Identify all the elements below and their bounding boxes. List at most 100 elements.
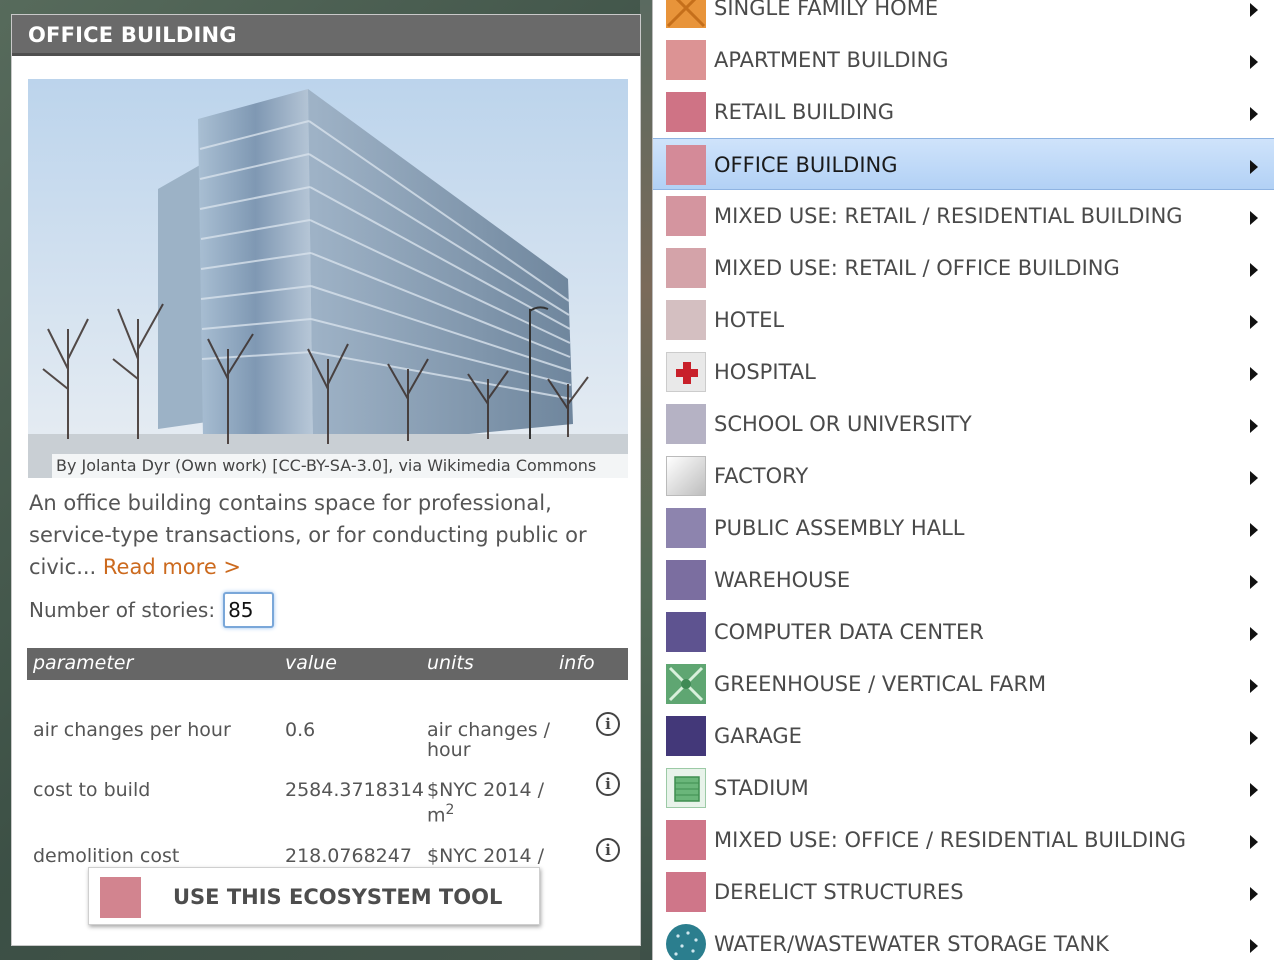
- table-header: parameter value units info: [27, 648, 628, 680]
- menu-item-label: HOSPITAL: [714, 360, 816, 384]
- color-swatch: [666, 508, 706, 548]
- menu-item-label: GARAGE: [714, 724, 802, 748]
- menu-item-apartment-building[interactable]: APARTMENT BUILDING: [653, 34, 1274, 86]
- building-photo: By Jolanta Dyr (Own work) [CC-BY-SA-3.0]…: [28, 79, 628, 478]
- color-swatch: [666, 560, 706, 600]
- menu-item-greenhouse-vertical-farm[interactable]: GREENHOUSE / VERTICAL FARM: [653, 658, 1274, 710]
- menu-item-mixed-use-office-residential-building[interactable]: MIXED USE: OFFICE / RESIDENTIAL BUILDING: [653, 814, 1274, 866]
- submenu-arrow-icon: [1250, 315, 1258, 329]
- menu-item-label: MIXED USE: OFFICE / RESIDENTIAL BUILDING: [714, 828, 1187, 852]
- submenu-arrow-icon: [1250, 3, 1258, 17]
- menu-item-label: MIXED USE: RETAIL / OFFICE BUILDING: [714, 256, 1120, 280]
- stadium-icon: [666, 768, 706, 808]
- menu-item-label: HOTEL: [714, 308, 785, 332]
- menu-item-mixed-use-retail-residential-building[interactable]: MIXED USE: RETAIL / RESIDENTIAL BUILDING: [653, 190, 1274, 242]
- menu-item-label: OFFICE BUILDING: [714, 153, 898, 177]
- color-swatch: [666, 404, 706, 444]
- menu-item-label: SCHOOL OR UNIVERSITY: [714, 412, 972, 436]
- submenu-arrow-icon: [1250, 939, 1258, 953]
- color-swatch: [666, 248, 706, 288]
- row-units-line2: m2: [427, 800, 454, 825]
- row-parameter: demolition cost: [33, 845, 180, 867]
- color-swatch: [666, 716, 706, 756]
- menu-item-label: APARTMENT BUILDING: [714, 48, 949, 72]
- menu-item-warehouse[interactable]: WAREHOUSE: [653, 554, 1274, 606]
- factory-swatch: [666, 456, 706, 496]
- units-superscript: 2: [445, 802, 455, 818]
- table-row: air changes per hour 0.6 air changes / h…: [27, 712, 628, 780]
- submenu-arrow-icon: [1250, 783, 1258, 797]
- stories-input[interactable]: [223, 592, 275, 628]
- menu-item-computer-data-center[interactable]: COMPUTER DATA CENTER: [653, 606, 1274, 658]
- panel-title: OFFICE BUILDING: [12, 15, 640, 56]
- submenu-arrow-icon: [1250, 731, 1258, 745]
- tool-info-panel: OFFICE BUILDING By Jolanta Dyr (Own work…: [11, 14, 641, 946]
- table-row: cost to build 2584.3718314 $NYC 2014 / m…: [27, 772, 628, 840]
- menu-item-factory[interactable]: FACTORY: [653, 450, 1274, 502]
- color-swatch: [666, 40, 706, 80]
- stories-label: Number of stories:: [29, 598, 216, 622]
- menu-item-office-building[interactable]: OFFICE BUILDING: [653, 138, 1274, 190]
- menu-item-label: MIXED USE: RETAIL / RESIDENTIAL BUILDING: [714, 204, 1183, 228]
- info-icon[interactable]: i: [596, 838, 620, 862]
- menu-item-label: WAREHOUSE: [714, 568, 851, 592]
- stories-row: Number of stories:: [29, 592, 275, 628]
- color-swatch: [666, 872, 706, 912]
- units-base: m: [427, 804, 446, 827]
- row-units-line1: $NYC 2014 /: [427, 779, 544, 801]
- menu-item-hotel[interactable]: HOTEL: [653, 294, 1274, 346]
- row-units-line1: $NYC 2014 /: [427, 845, 544, 867]
- menu-item-stadium[interactable]: STADIUM: [653, 762, 1274, 814]
- color-swatch: [666, 145, 706, 185]
- submenu-arrow-icon: [1250, 887, 1258, 901]
- photo-credit: By Jolanta Dyr (Own work) [CC-BY-SA-3.0]…: [52, 454, 628, 478]
- menu-item-mixed-use-retail-office-building[interactable]: MIXED USE: RETAIL / OFFICE BUILDING: [653, 242, 1274, 294]
- color-swatch: [666, 820, 706, 860]
- house-icon: [666, 0, 706, 28]
- submenu-arrow-icon: [1250, 160, 1258, 174]
- info-icon[interactable]: i: [596, 772, 620, 796]
- submenu-arrow-icon: [1250, 471, 1258, 485]
- row-value: 2584.3718314: [285, 779, 425, 801]
- menu-item-retail-building[interactable]: RETAIL BUILDING: [653, 86, 1274, 138]
- info-icon[interactable]: i: [596, 712, 620, 736]
- menu-item-label: STADIUM: [714, 776, 809, 800]
- menu-item-public-assembly-hall[interactable]: PUBLIC ASSEMBLY HALL: [653, 502, 1274, 554]
- menu-item-hospital[interactable]: HOSPITAL: [653, 346, 1274, 398]
- submenu-arrow-icon: [1250, 55, 1258, 69]
- table-body[interactable]: air changes per hour 0.6 air changes / h…: [27, 680, 628, 876]
- tool-description: An office building contains space for pr…: [29, 487, 589, 583]
- use-ecosystem-tool-button[interactable]: USE THIS ECOSYSTEM TOOL: [88, 867, 540, 925]
- submenu-arrow-icon: [1250, 367, 1258, 381]
- menu-item-single-family-home[interactable]: SINGLE FAMILY HOME: [653, 0, 1274, 34]
- row-parameter: air changes per hour: [33, 719, 231, 741]
- map-background-strip: [640, 0, 652, 960]
- tool-color-swatch: [100, 877, 141, 918]
- row-units-line2: hour: [427, 739, 471, 761]
- building-type-menu: SINGLE FAMILY HOME APARTMENT BUILDING RETA…: [652, 0, 1274, 960]
- row-value: 218.0768247: [285, 845, 412, 867]
- greenhouse-icon: [666, 664, 706, 704]
- menu-item-school-or-university[interactable]: SCHOOL OR UNIVERSITY: [653, 398, 1274, 450]
- use-tool-label: USE THIS ECOSYSTEM TOOL: [173, 885, 503, 909]
- menu-item-label: COMPUTER DATA CENTER: [714, 620, 984, 644]
- menu-item-label: PUBLIC ASSEMBLY HALL: [714, 516, 965, 540]
- menu-item-derelict-structures[interactable]: DERELICT STRUCTURES: [653, 866, 1274, 918]
- submenu-arrow-icon: [1250, 211, 1258, 225]
- submenu-arrow-icon: [1250, 419, 1258, 433]
- color-swatch: [666, 92, 706, 132]
- color-swatch: [666, 196, 706, 236]
- menu-item-label: GREENHOUSE / VERTICAL FARM: [714, 672, 1047, 696]
- row-value: 0.6: [285, 719, 316, 741]
- menu-item-label: RETAIL BUILDING: [714, 100, 895, 124]
- submenu-arrow-icon: [1250, 107, 1258, 121]
- submenu-arrow-icon: [1250, 679, 1258, 693]
- read-more-link[interactable]: Read more >: [103, 555, 241, 579]
- row-units-line1: air changes /: [427, 719, 551, 741]
- menu-item-water-wastewater-storage-tank[interactable]: WATER/WASTEWATER STORAGE TANK: [653, 918, 1274, 960]
- color-swatch: [666, 300, 706, 340]
- color-swatch: [666, 612, 706, 652]
- menu-item-garage[interactable]: GARAGE: [653, 710, 1274, 762]
- menu-item-label: WATER/WASTEWATER STORAGE TANK: [714, 932, 1109, 956]
- header-info: info: [559, 652, 595, 674]
